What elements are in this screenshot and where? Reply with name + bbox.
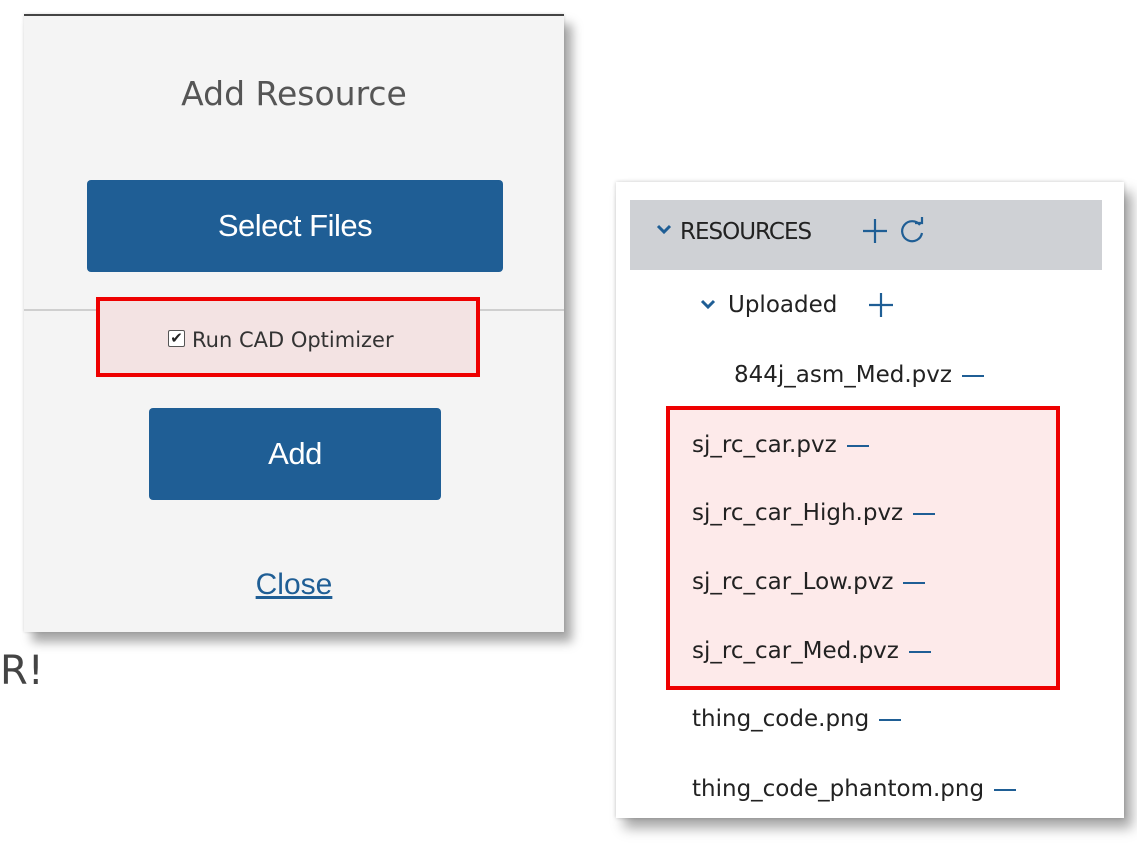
close-link[interactable]: Close xyxy=(24,568,564,602)
minus-icon[interactable] xyxy=(903,581,926,584)
partial-text: R! xyxy=(0,648,44,694)
chevron-down-icon[interactable] xyxy=(700,296,716,312)
file-name: 844j_asm_Med.pvz xyxy=(734,362,952,388)
resources-header[interactable]: RESOURCES xyxy=(630,200,1102,270)
minus-icon[interactable] xyxy=(908,650,931,653)
minus-icon[interactable] xyxy=(961,374,984,377)
file-name: sj_rc_car_Low.pvz xyxy=(692,569,894,595)
file-item[interactable]: sj_rc_car_Med.pvz xyxy=(692,638,931,664)
cad-optimizer-option: ✔ Run CAD Optimizer xyxy=(96,297,480,377)
run-cad-optimizer-label[interactable]: Run CAD Optimizer xyxy=(192,328,394,352)
resources-panel: RESOURCES Uploaded 844j_asm_Med.pvz sj_r… xyxy=(616,182,1124,818)
file-name: thing_code_phantom.png xyxy=(692,776,985,802)
dialog-title: Add Resource xyxy=(181,74,407,113)
refresh-icon[interactable] xyxy=(898,217,926,245)
file-item[interactable]: sj_rc_car_High.pvz xyxy=(692,500,936,526)
plus-icon[interactable] xyxy=(866,290,896,320)
run-cad-optimizer-checkbox[interactable]: ✔ xyxy=(168,330,185,347)
file-name: thing_code.png xyxy=(692,706,870,732)
minus-icon[interactable] xyxy=(994,788,1017,791)
file-item[interactable]: sj_rc_car.pvz xyxy=(692,432,869,458)
minus-icon[interactable] xyxy=(846,444,869,447)
select-files-button[interactable]: Select Files xyxy=(87,180,503,272)
plus-icon[interactable] xyxy=(860,216,890,246)
minus-icon[interactable] xyxy=(913,512,936,515)
minus-icon[interactable] xyxy=(879,718,902,721)
file-item[interactable]: 844j_asm_Med.pvz xyxy=(734,362,984,388)
file-name: sj_rc_car_High.pvz xyxy=(692,500,904,526)
file-name: sj_rc_car_Med.pvz xyxy=(692,638,899,664)
file-item[interactable]: sj_rc_car_Low.pvz xyxy=(692,569,926,595)
chevron-down-icon[interactable] xyxy=(656,221,672,237)
file-name: sj_rc_car.pvz xyxy=(692,432,837,458)
resources-header-label: RESOURCES xyxy=(680,219,812,245)
folder-uploaded-label[interactable]: Uploaded xyxy=(728,292,837,318)
add-resource-dialog: Add Resource Select Files ✔ Run CAD Opti… xyxy=(24,14,564,632)
file-item[interactable]: thing_code.png xyxy=(692,706,902,732)
file-item[interactable]: thing_code_phantom.png xyxy=(692,776,1017,802)
add-button[interactable]: Add xyxy=(149,408,441,500)
